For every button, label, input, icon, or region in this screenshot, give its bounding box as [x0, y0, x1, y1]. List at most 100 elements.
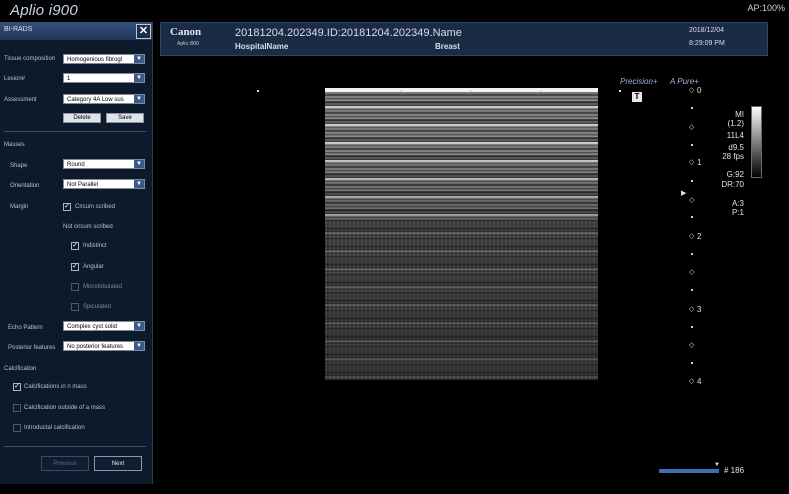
app-brand: Aplio i900	[10, 2, 78, 19]
marker-dot	[540, 90, 542, 92]
next-button[interactable]: Next	[94, 456, 142, 471]
lesion-select[interactable]: 1 ▼	[63, 73, 145, 83]
orientation-value: Not Parallel	[67, 182, 99, 188]
echo-pattern-value: Complex cyst solid	[67, 324, 118, 330]
close-icon: ✕	[138, 25, 149, 37]
intraductal-checkbox[interactable]	[13, 424, 21, 432]
save-button[interactable]: Save	[106, 113, 144, 123]
circumscribed-checkbox[interactable]: ✓	[63, 203, 71, 211]
depth-diamond-icon: ◇	[689, 269, 695, 276]
depth-tick	[691, 326, 693, 328]
microlobulated-label: Microlobulated	[83, 284, 123, 290]
microlobulated-checkbox[interactable]	[71, 283, 79, 291]
calc-in-mass-checkbox[interactable]: ✓	[13, 383, 21, 391]
calc-outside-checkbox[interactable]	[13, 404, 21, 412]
depth-tick	[691, 144, 693, 146]
exam-time: 8:29:09 PM	[689, 40, 725, 47]
echo-pattern-select[interactable]: Complex cyst solid ▼	[63, 321, 145, 331]
shape-label: Shape	[10, 163, 28, 169]
depth-readout: d9.5	[728, 143, 744, 152]
focus-pointer-icon: ▶	[681, 190, 687, 197]
chevron-down-icon: ▼	[134, 55, 144, 63]
depth-diamond-icon: ◇	[689, 233, 695, 240]
shape-select[interactable]: Round ▼	[63, 159, 145, 169]
assessment-select[interactable]: Category 4A Low sus ▼	[63, 94, 145, 104]
depth-tick	[691, 216, 693, 218]
chevron-down-icon: ▼	[134, 74, 144, 82]
p-readout: P:1	[731, 208, 744, 217]
posterior-features-select[interactable]: No posterior features ▼	[63, 341, 145, 351]
angular-checkbox[interactable]: ✓	[71, 263, 79, 271]
marker-dot	[400, 90, 402, 92]
mi-label: MI	[735, 110, 744, 119]
depth-label: 4	[697, 377, 702, 386]
assessment-value: Category 4A Low sus	[67, 97, 124, 103]
depth-tick	[691, 180, 693, 182]
margin-label: Margin	[10, 204, 29, 210]
ultrasound-surface-line	[325, 88, 598, 92]
depth-diamond-icon: ◇	[689, 378, 695, 385]
posterior-features-label: Posterior features	[8, 345, 56, 351]
depth-label: 3	[697, 305, 702, 314]
depth-label: 1	[697, 158, 702, 167]
gain-readout: G:92	[726, 170, 744, 179]
transmit-marker-icon: T	[632, 92, 642, 102]
a-readout: A:3	[731, 199, 744, 208]
grayscale-bar	[751, 106, 762, 178]
dynamic-range-readout: DR:70	[721, 180, 744, 189]
calc-outside-label: Calcification outside of a mass	[24, 405, 106, 411]
divider	[4, 131, 146, 132]
canon-logo: Canon	[170, 26, 202, 38]
acoustic-power-readout: AP:100%	[747, 3, 785, 13]
fps-readout: 28 fps	[722, 152, 744, 161]
marker-dot	[470, 90, 472, 92]
marker-dot	[619, 90, 621, 92]
intraductal-label: Introductal calcification	[24, 425, 85, 431]
close-button[interactable]: ✕	[136, 24, 151, 39]
mi-value: (1.2)	[727, 119, 744, 128]
depth-label: 0	[697, 86, 702, 95]
depth-diamond-icon: ◇	[689, 124, 695, 131]
ultrasound-speckle	[325, 220, 598, 380]
tissue-composition-value: Homogenious fibrogl	[67, 57, 123, 63]
depth-tick	[691, 107, 693, 109]
panel-title: BI-RADS	[4, 26, 33, 33]
depth-diamond-icon: ◇	[689, 159, 695, 166]
tissue-composition-select[interactable]: Homogenious fibrogl ▼	[63, 54, 145, 64]
depth-diamond-icon: ◇	[689, 87, 695, 94]
chevron-down-icon: ▼	[134, 180, 144, 188]
model-label: Aplio i900	[177, 41, 199, 47]
slider-marker-icon[interactable]: ▼	[714, 462, 720, 468]
precision-label: Precision+	[620, 77, 658, 86]
marker-dot	[257, 90, 259, 92]
angular-label: Angular	[83, 264, 104, 270]
exam-region: Breast	[435, 42, 460, 51]
indistinct-checkbox[interactable]: ✓	[71, 242, 79, 250]
calcification-heading: Calcification	[4, 366, 37, 372]
previous-button[interactable]: Previous	[41, 456, 89, 471]
patient-header: Canon Aplio i900 20181204.202349.ID:2018…	[160, 22, 768, 56]
depth-tick	[691, 289, 693, 291]
cine-frame-slider[interactable]	[659, 469, 719, 473]
exam-date: 2018/12/04	[689, 27, 725, 34]
hospital-name: HospitalName	[235, 42, 289, 51]
calc-in-mass-label: Calcifications in n mass	[24, 384, 87, 390]
chevron-down-icon: ▼	[134, 160, 144, 168]
depth-tick	[691, 253, 693, 255]
spiculated-label: Spiculated	[83, 304, 112, 310]
delete-button[interactable]: Delete	[63, 113, 101, 123]
orientation-select[interactable]: Not Parallel ▼	[63, 179, 145, 189]
circumscribed-label: Circum scribed	[75, 204, 116, 210]
indistinct-label: Indistinct	[83, 243, 107, 249]
posterior-features-value: No posterior features	[67, 344, 124, 350]
spiculated-checkbox[interactable]	[71, 303, 79, 311]
lesion-value: 1	[67, 76, 71, 82]
assessment-label: Assessment	[4, 97, 37, 103]
orientation-label: Orientation	[10, 183, 40, 189]
not-circumscribed-label: Not circum scribed	[63, 224, 113, 230]
depth-tick	[691, 362, 693, 364]
depth-diamond-icon: ◇	[689, 197, 695, 204]
shape-value: Round	[67, 162, 85, 168]
depth-label: 2	[697, 232, 702, 241]
study-id: 20181204.202349.ID:20181204.202349.Name	[235, 27, 462, 39]
